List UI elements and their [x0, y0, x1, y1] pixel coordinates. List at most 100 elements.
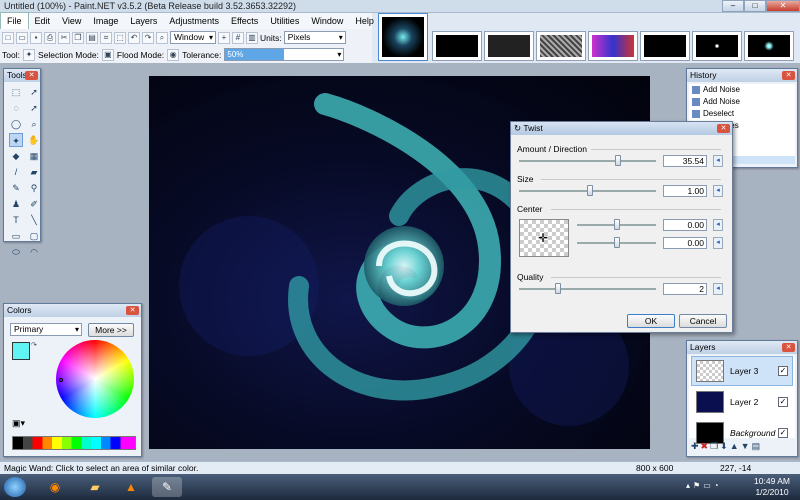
print-icon[interactable]: ⎙	[44, 31, 56, 44]
ellipse-select-icon[interactable]: ◯	[9, 117, 23, 131]
menu-file[interactable]: File	[0, 12, 29, 30]
image-thumbnail[interactable]	[432, 31, 482, 61]
quality-slider-track[interactable]	[519, 288, 656, 290]
center-y-reset-button[interactable]: ◂	[713, 237, 723, 249]
swap-colors-icon[interactable]: ↷	[31, 341, 37, 349]
image-thumbnail[interactable]	[536, 31, 586, 61]
ruler-icon[interactable]: ▥	[246, 31, 258, 44]
minimize-button[interactable]: –	[722, 0, 744, 12]
new-icon[interactable]: □	[2, 31, 14, 44]
selection-mode-icon[interactable]: ▣	[101, 48, 114, 61]
center-y-slider-thumb[interactable]	[614, 237, 620, 248]
layer-properties-icon[interactable]: ▤	[752, 441, 763, 451]
image-thumbnail[interactable]	[744, 31, 794, 61]
paintbrush-icon[interactable]: /	[9, 165, 23, 179]
image-thumbnail[interactable]	[484, 31, 534, 61]
text-icon[interactable]: T	[9, 213, 23, 227]
maximize-button[interactable]: □	[744, 0, 766, 12]
color-mode-select[interactable]: Primary	[10, 323, 82, 336]
menu-edit[interactable]: Edit	[29, 13, 57, 29]
ok-button[interactable]: OK	[627, 314, 675, 328]
palette-menu-icon[interactable]: ▣▾	[12, 418, 25, 429]
cut-icon[interactable]: ✂	[58, 31, 70, 44]
layer-visible-checkbox[interactable]: ✓	[778, 397, 788, 407]
merge-layer-icon[interactable]: ⬇	[720, 441, 730, 451]
more-colors-button[interactable]: More >>	[88, 323, 134, 337]
window-combo[interactable]: Window	[170, 31, 216, 44]
move-selection-icon[interactable]: ➚	[27, 101, 41, 115]
zoom-tool-icon[interactable]: ⌕	[27, 117, 41, 131]
image-thumbnail[interactable]	[588, 31, 638, 61]
zoom-icon[interactable]: ⌕	[156, 31, 168, 44]
gradient-icon[interactable]: ▦	[27, 149, 41, 163]
close-button[interactable]: ✕	[766, 0, 800, 12]
menu-window[interactable]: Window	[305, 13, 349, 29]
center-x-slider-thumb[interactable]	[614, 219, 620, 230]
center-x-reset-button[interactable]: ◂	[713, 219, 723, 231]
layer-item[interactable]: Layer 3 ✓	[691, 356, 793, 386]
quality-slider-thumb[interactable]	[555, 283, 561, 294]
duplicate-layer-icon[interactable]: ❐	[710, 441, 720, 451]
open-icon[interactable]: ▭	[16, 31, 28, 44]
add-layer-icon[interactable]: ✚	[691, 441, 701, 451]
lasso-icon[interactable]: ◌	[9, 101, 23, 115]
paste-icon[interactable]: ▤	[86, 31, 98, 44]
quality-reset-button[interactable]: ◂	[713, 283, 723, 295]
ellipse-icon[interactable]: ⬭	[9, 245, 23, 259]
save-icon[interactable]: ▪	[30, 31, 42, 44]
crop-icon[interactable]: ⌗	[100, 31, 112, 44]
close-icon[interactable]: ✕	[126, 306, 139, 315]
deselect-icon[interactable]: ⬚	[114, 31, 126, 44]
primary-color-swatch[interactable]	[12, 342, 30, 360]
color-palette[interactable]	[12, 436, 136, 450]
rounded-rectangle-icon[interactable]: ▢	[27, 229, 41, 243]
grid-icon[interactable]: #	[232, 31, 244, 44]
magic-wand-icon[interactable]: ✦	[9, 133, 23, 147]
amount-input[interactable]: 35.54	[663, 155, 707, 167]
layer-item[interactable]: Layer 2 ✓	[691, 387, 793, 417]
layer-visible-checkbox[interactable]: ✓	[778, 428, 788, 438]
image-thumbnail[interactable]	[640, 31, 690, 61]
eraser-icon[interactable]: ▰	[27, 165, 41, 179]
flood-mode-icon[interactable]: ◉	[167, 48, 180, 61]
clock[interactable]: 10:49 AM 1/2/2010	[748, 476, 796, 498]
menu-layers[interactable]: Layers	[124, 13, 163, 29]
menu-adjustments[interactable]: Adjustments	[163, 13, 225, 29]
rectangle-icon[interactable]: ▭	[9, 229, 23, 243]
close-icon[interactable]: ✕	[782, 343, 795, 352]
center-y-input[interactable]: 0.00	[663, 237, 707, 249]
quality-input[interactable]: 2	[663, 283, 707, 295]
close-icon[interactable]: ✕	[717, 124, 730, 133]
clone-stamp-icon[interactable]: ♟	[9, 197, 23, 211]
menu-view[interactable]: View	[56, 13, 87, 29]
line-icon[interactable]: ╲	[27, 213, 41, 227]
amount-slider-thumb[interactable]	[615, 155, 621, 166]
center-x-input[interactable]: 0.00	[663, 219, 707, 231]
color-wheel[interactable]	[56, 340, 134, 418]
size-slider-thumb[interactable]	[587, 185, 593, 196]
center-picker[interactable]: ✛	[519, 219, 569, 257]
cancel-button[interactable]: Cancel	[679, 314, 727, 328]
menu-utilities[interactable]: Utilities	[264, 13, 305, 29]
units-select[interactable]: Pixels	[283, 31, 346, 44]
close-icon[interactable]: ✕	[782, 71, 795, 80]
zoom-in-icon[interactable]: +	[218, 31, 230, 44]
amount-slider-track[interactable]	[519, 160, 656, 162]
image-thumbnail-active[interactable]	[378, 13, 428, 61]
paintnet-icon[interactable]: ✎	[152, 477, 182, 497]
amount-reset-button[interactable]: ◂	[713, 155, 723, 167]
history-item[interactable]: Add Noise	[689, 96, 795, 108]
move-down-icon[interactable]: ▼	[741, 441, 752, 451]
rectangle-select-icon[interactable]: ⬚	[9, 85, 23, 99]
tolerance-slider[interactable]: 50%	[224, 48, 345, 61]
menu-effects[interactable]: Effects	[225, 13, 264, 29]
history-item[interactable]: Deselect	[689, 108, 795, 120]
move-icon[interactable]: ➚	[27, 85, 41, 99]
undo-icon[interactable]: ↶	[128, 31, 140, 44]
size-input[interactable]: 1.00	[663, 185, 707, 197]
move-up-icon[interactable]: ▲	[730, 441, 741, 451]
close-icon[interactable]: ✕	[25, 71, 38, 80]
folder-icon[interactable]: ▰	[80, 477, 110, 497]
redo-icon[interactable]: ↷	[142, 31, 154, 44]
pencil-icon[interactable]: ✎	[9, 181, 23, 195]
